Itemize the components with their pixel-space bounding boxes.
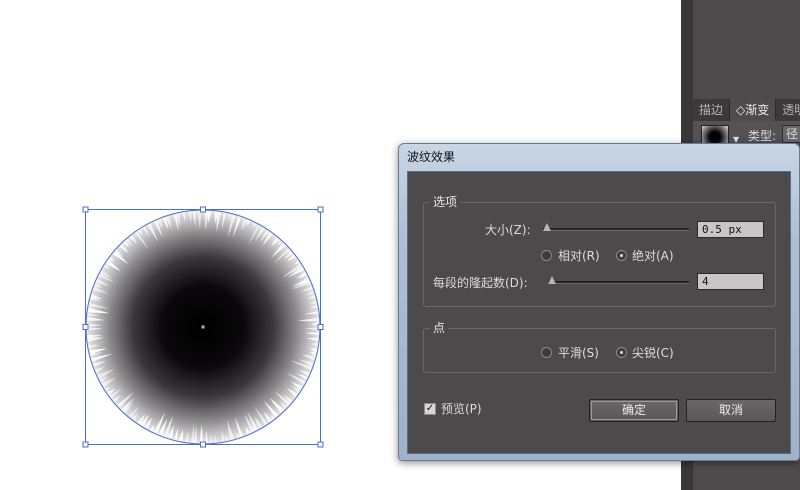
- ridges-slider-thumb[interactable]: [548, 276, 556, 284]
- corner-radio[interactable]: [616, 347, 627, 358]
- dialog-body: 选项 大小(Z): 0.5 px 相对(R) 绝对(A) 每段的隆起数(D): …: [407, 171, 791, 454]
- size-slider[interactable]: [543, 228, 689, 231]
- size-slider-thumb[interactable]: [543, 223, 551, 231]
- gradient-type-select[interactable]: 径: [782, 125, 800, 143]
- center-point: [201, 325, 205, 329]
- preview-checkbox[interactable]: ✓: [424, 403, 436, 415]
- ridges-slider[interactable]: [548, 281, 689, 284]
- smooth-radio[interactable]: [541, 347, 552, 358]
- size-label: 大小(Z):: [485, 223, 531, 237]
- preview-label: 预览(P): [441, 402, 482, 416]
- relative-radio[interactable]: [541, 250, 552, 261]
- relative-label: 相对(R): [558, 249, 600, 263]
- corner-label: 尖锐(C): [632, 346, 674, 360]
- absolute-label: 绝对(A): [632, 249, 674, 263]
- tab-transparency[interactable]: 透明: [776, 99, 800, 121]
- tab-gradient[interactable]: ◇渐变: [730, 99, 777, 121]
- ridges-field[interactable]: 4: [697, 273, 764, 290]
- gradient-type-label: 类型:: [748, 129, 777, 143]
- ridges-label: 每段的隆起数(D):: [433, 276, 528, 290]
- points-group: 点: [423, 321, 776, 373]
- ok-button[interactable]: 确定: [589, 399, 679, 422]
- artwork-selection[interactable]: [82, 206, 324, 448]
- dialog-title[interactable]: 波纹效果: [399, 144, 799, 170]
- panel-tabs: 描边 ◇渐变 透明: [693, 99, 800, 121]
- roughen-dialog: 波纹效果 选项 大小(Z): 0.5 px 相对(R) 绝对(A) 每段的隆起数…: [398, 143, 800, 461]
- size-field[interactable]: 0.5 px: [697, 221, 764, 238]
- cancel-button[interactable]: 取消: [686, 399, 776, 422]
- smooth-label: 平滑(S): [558, 346, 599, 360]
- options-group-title: 选项: [430, 195, 461, 209]
- tab-stroke[interactable]: 描边: [693, 99, 731, 121]
- absolute-radio[interactable]: [616, 250, 627, 261]
- points-group-title: 点: [430, 321, 449, 335]
- canvas-area: 描边 ◇渐变 透明 ▼ 类型: 径 波纹效果 选项 大小(Z): 0.5 px …: [0, 0, 800, 490]
